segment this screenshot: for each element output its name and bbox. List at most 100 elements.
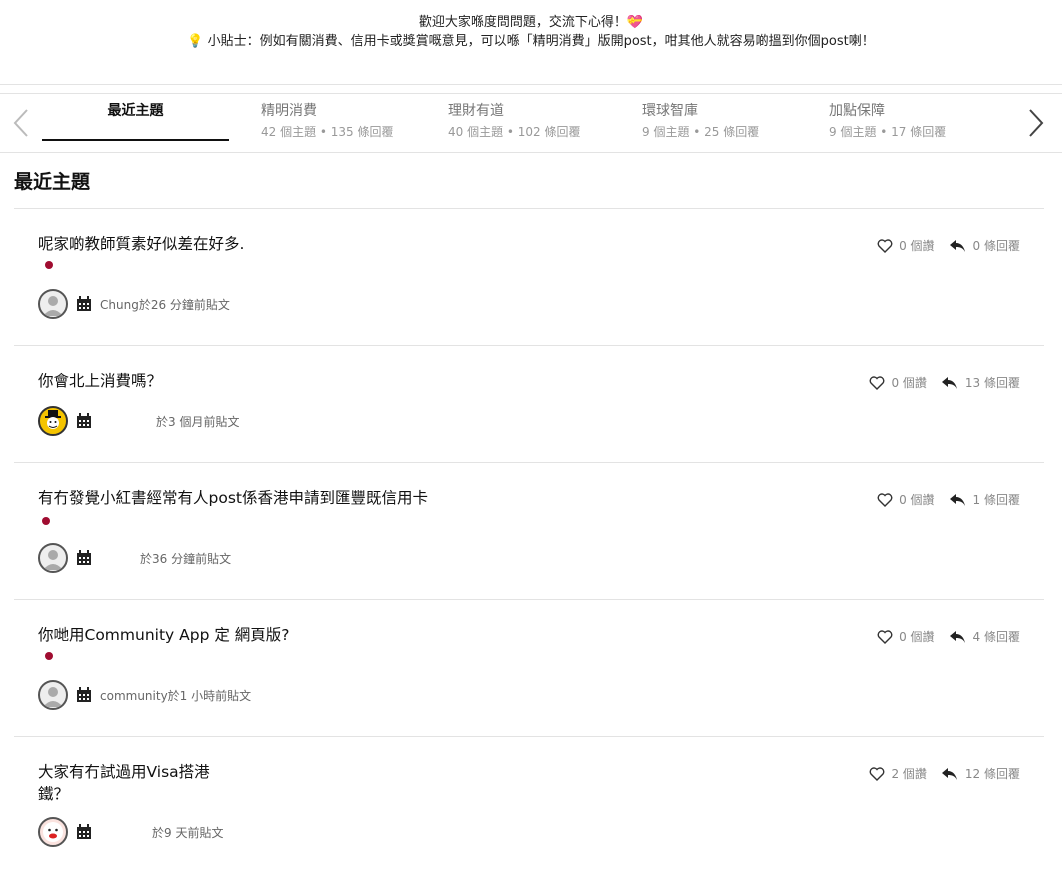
- heart-icon: [870, 375, 885, 390]
- topic-meta: Chung於26 分鐘前貼文: [38, 289, 230, 319]
- tab-protection[interactable]: 加點保障 9 個主題 • 17 條回覆: [829, 94, 989, 141]
- topic-stats: 0 個讚 0 條回覆: [877, 237, 1020, 254]
- topic-stats: 2 個讚 12 條回覆: [869, 765, 1020, 782]
- replies-label: 13 條回覆: [964, 376, 1020, 390]
- likes-label: 0 個讚: [899, 630, 935, 644]
- chevron-left-icon: [13, 109, 28, 137]
- unread-dot: [42, 516, 50, 525]
- reply-icon: [949, 493, 965, 506]
- reply-icon: [949, 630, 965, 643]
- topic-item[interactable]: 有冇發覺小紅書經常有人post係香港申請到匯豐既信用卡 於36 分鐘前貼文 0 …: [14, 462, 1044, 599]
- active-tab-indicator: [42, 139, 229, 141]
- reply-count[interactable]: 0 條回覆: [949, 237, 1020, 254]
- calendar-icon: [77, 687, 91, 702]
- post-meta: 於3 個月前貼文: [156, 414, 240, 429]
- avatar[interactable]: [38, 289, 68, 319]
- topic-meta: community於1 小時前貼文: [38, 680, 251, 710]
- topic-stats: 0 個讚 1 條回覆: [877, 491, 1020, 508]
- like-count[interactable]: 2 個讚: [869, 765, 927, 782]
- topic-title[interactable]: 你會北上消費嗎？: [38, 370, 438, 392]
- topic-meta: 於9 天前貼文: [38, 817, 223, 847]
- replies-label: 1 條回覆: [972, 493, 1020, 507]
- like-count[interactable]: 0 個讚: [877, 491, 935, 508]
- like-count[interactable]: 0 個讚: [877, 237, 935, 254]
- unread-dot: [45, 261, 53, 269]
- post-meta: community於1 小時前貼文: [100, 688, 252, 703]
- like-count[interactable]: 0 個讚: [877, 628, 935, 645]
- reply-count[interactable]: 4 條回覆: [949, 628, 1020, 645]
- reply-icon: [941, 767, 957, 780]
- tab-wealth[interactable]: 理財有道 40 個主題 • 102 條回覆: [448, 94, 608, 141]
- topic-title-text: 有冇發覺小紅書經常有人post係香港申請到匯豐既信用卡: [38, 489, 428, 507]
- heart-icon: [877, 238, 893, 253]
- topic-title[interactable]: 有冇發覺小紅書經常有人post係香港申請到匯豐既信用卡: [38, 487, 430, 531]
- replies-label: 0 條回覆: [972, 239, 1020, 253]
- likes-label: 0 個讚: [891, 376, 927, 390]
- tabs-next-button[interactable]: [1021, 103, 1051, 143]
- banner-line-2: 💡 小貼士：例如有關消費、信用卡或獎賞嘅意見，可以喺「精明消費」版開post，咁…: [187, 34, 875, 49]
- topic-meta: 於3 個月前貼文: [38, 406, 239, 436]
- post-meta: Chung於26 分鐘前貼文: [100, 297, 230, 312]
- divider: [0, 84, 1062, 85]
- avatar[interactable]: [38, 543, 68, 573]
- replies-label: 12 條回覆: [964, 767, 1020, 781]
- likes-label: 0 個讚: [899, 239, 935, 253]
- avatar[interactable]: [38, 680, 68, 710]
- like-count[interactable]: 0 個讚: [869, 374, 927, 391]
- topic-item[interactable]: 你會北上消費嗎？ 於3 個月前貼文 0 個讚 13 條回覆: [14, 345, 1044, 462]
- unread-dot: [45, 652, 53, 660]
- section-title: 最近主題: [14, 171, 91, 193]
- tab-recent-topics[interactable]: 最近主題: [42, 94, 229, 141]
- replies-label: 4 條回覆: [972, 630, 1020, 644]
- tab-label: 加點保障: [829, 103, 885, 119]
- reply-count[interactable]: 13 條回覆: [941, 374, 1020, 391]
- chevron-right-icon: [1029, 109, 1044, 137]
- category-tabs: 最近主題 精明消費 42 個主題 • 135 條回覆 理財有道 40 個主題 •…: [0, 94, 1062, 153]
- avatar[interactable]: [38, 817, 68, 847]
- calendar-icon: [77, 824, 91, 839]
- tab-meta: 9 個主題 • 25 條回覆: [642, 125, 760, 139]
- welcome-banner: 歡迎大家喺度問問題，交流下心得！💝 💡 小貼士：例如有關消費、信用卡或獎賞嘅意見…: [0, 0, 1062, 51]
- calendar-icon: [77, 413, 91, 428]
- tabs-prev-button[interactable]: [6, 103, 36, 143]
- likes-label: 0 個讚: [899, 493, 935, 507]
- topic-title[interactable]: 呢家啲教師質素好似差在好多.: [38, 233, 438, 255]
- monopoly-avatar-icon: [45, 410, 61, 429]
- topic-item[interactable]: 你哋用Community App 定 網頁版? community於1 小時前貼…: [14, 599, 1044, 736]
- topic-title[interactable]: 大家有冇試過用Visa搭港鐵？: [38, 761, 223, 805]
- calendar-icon: [77, 296, 91, 311]
- topic-list: 呢家啲教師質素好似差在好多. Chung於26 分鐘前貼文 0 個讚 0 條回覆…: [14, 208, 1044, 877]
- calendar-icon: [77, 550, 91, 565]
- face-avatar-icon: [43, 822, 63, 842]
- topic-meta: 於36 分鐘前貼文: [38, 543, 231, 573]
- topic-title[interactable]: 你哋用Community App 定 網頁版?: [38, 624, 438, 646]
- default-avatar-icon: [43, 687, 63, 707]
- tab-meta: 9 個主題 • 17 條回覆: [829, 125, 947, 139]
- tab-meta: 40 個主題 • 102 條回覆: [448, 125, 581, 139]
- tab-meta: 42 個主題 • 135 條回覆: [261, 125, 394, 139]
- default-avatar-icon: [43, 550, 63, 570]
- likes-label: 2 個讚: [891, 767, 927, 781]
- heart-icon: [877, 492, 893, 507]
- topic-stats: 0 個讚 13 條回覆: [869, 374, 1020, 391]
- topic-stats: 0 個讚 4 條回覆: [877, 628, 1020, 645]
- tab-global-insights[interactable]: 環球智庫 9 個主題 • 25 條回覆: [642, 94, 802, 141]
- default-avatar-icon: [43, 296, 63, 316]
- post-meta: 於36 分鐘前貼文: [140, 551, 232, 566]
- tab-label: 理財有道: [448, 103, 504, 119]
- reply-icon: [941, 376, 957, 389]
- tab-smart-spending[interactable]: 精明消費 42 個主題 • 135 條回覆: [261, 94, 421, 141]
- reply-count[interactable]: 1 條回覆: [949, 491, 1020, 508]
- heart-icon: [877, 629, 893, 644]
- tab-label: 環球智庫: [642, 103, 698, 119]
- banner-line-1: 歡迎大家喺度問問題，交流下心得！💝: [418, 15, 644, 30]
- tab-label: 最近主題: [107, 103, 164, 119]
- reply-count[interactable]: 12 條回覆: [941, 765, 1020, 782]
- heart-icon: [870, 766, 885, 781]
- post-meta: 於9 天前貼文: [152, 825, 224, 840]
- tab-label: 精明消費: [261, 103, 317, 119]
- topic-item[interactable]: 大家有冇試過用Visa搭港鐵？ 於9 天前貼文 2 個讚 12 條回覆: [14, 736, 1044, 877]
- topic-item[interactable]: 呢家啲教師質素好似差在好多. Chung於26 分鐘前貼文 0 個讚 0 條回覆: [14, 208, 1044, 345]
- avatar[interactable]: [38, 406, 68, 436]
- reply-icon: [949, 239, 965, 252]
